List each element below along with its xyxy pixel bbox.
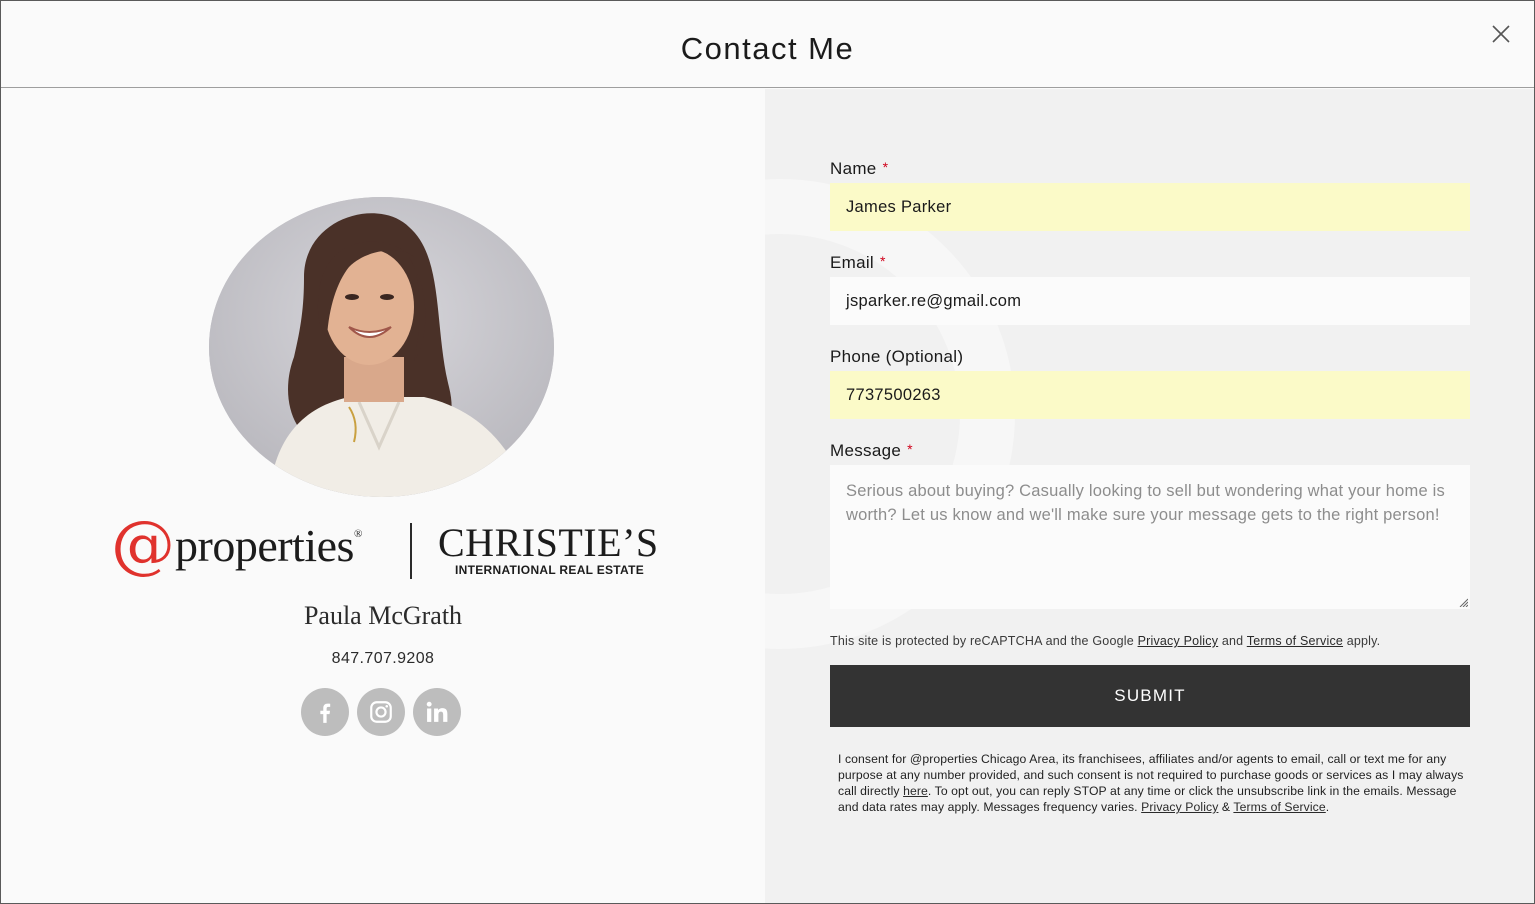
consent-here-link[interactable]: here bbox=[903, 784, 928, 798]
contact-form-panel: Name * James Parker Email * jsparker.re@gm… bbox=[765, 89, 1534, 903]
agent-name: Paula McGrath bbox=[303, 601, 463, 630]
instagram-button[interactable] bbox=[357, 688, 405, 736]
agent-photo bbox=[209, 197, 554, 497]
facebook-button[interactable] bbox=[301, 688, 349, 736]
consent-text: I consent for @properties Chicago Area, … bbox=[838, 752, 1464, 814]
recaptcha-privacy-link[interactable]: Privacy Policy bbox=[1138, 634, 1219, 648]
recaptcha-notice: This site is protected by reCAPTCHA and … bbox=[830, 634, 1381, 648]
properties-at-logo: @ bbox=[111, 508, 175, 582]
message-placeholder: Serious about buying? Casually looking t… bbox=[846, 482, 1445, 524]
name-label: Name * bbox=[830, 159, 889, 178]
consent-privacy-link[interactable]: Privacy Policy bbox=[1141, 800, 1218, 814]
submit-button[interactable]: SUBMIT bbox=[830, 665, 1470, 727]
linkedin-icon bbox=[426, 701, 448, 722]
brand-logos: @ properties® CHRISTIE’S INTERNATIONAL R… bbox=[109, 513, 658, 581]
modal-title: Contact Me bbox=[680, 31, 855, 66]
email-label: Email * bbox=[830, 253, 886, 272]
agent-phone[interactable]: 847.707.9208 bbox=[1, 650, 765, 668]
agent-panel: @ properties® CHRISTIE’S INTERNATIONAL R… bbox=[1, 89, 765, 903]
logo-divider bbox=[410, 523, 412, 579]
close-button[interactable] bbox=[1490, 23, 1512, 45]
linkedin-button[interactable] bbox=[413, 688, 461, 736]
message-textarea[interactable]: Serious about buying? Casually looking t… bbox=[830, 465, 1470, 609]
resize-grip-icon[interactable] bbox=[1458, 597, 1468, 607]
contact-modal: Contact Me @ properties® CHRISTIE’S INTE… bbox=[0, 0, 1535, 904]
agent-portrait bbox=[209, 197, 554, 497]
properties-logo-text: properties® bbox=[175, 520, 362, 571]
christies-subtitle: INTERNATIONAL REAL ESTATE bbox=[455, 563, 645, 577]
consent-terms-link[interactable]: Terms of Service bbox=[1233, 800, 1325, 814]
close-icon bbox=[1492, 25, 1510, 43]
phone-label: Phone (Optional) bbox=[830, 347, 964, 366]
christies-logo-text: CHRISTIE’S bbox=[438, 520, 659, 565]
message-label: Message * bbox=[830, 441, 913, 460]
email-field[interactable]: jsparker.re@gmail.com bbox=[830, 277, 1470, 325]
modal-header: Contact Me bbox=[1, 1, 1534, 88]
name-field[interactable]: James Parker bbox=[830, 183, 1470, 231]
recaptcha-terms-link[interactable]: Terms of Service bbox=[1247, 634, 1343, 648]
phone-field[interactable]: 7737500263 bbox=[830, 371, 1470, 419]
instagram-icon bbox=[370, 701, 392, 723]
facebook-icon bbox=[320, 703, 331, 723]
